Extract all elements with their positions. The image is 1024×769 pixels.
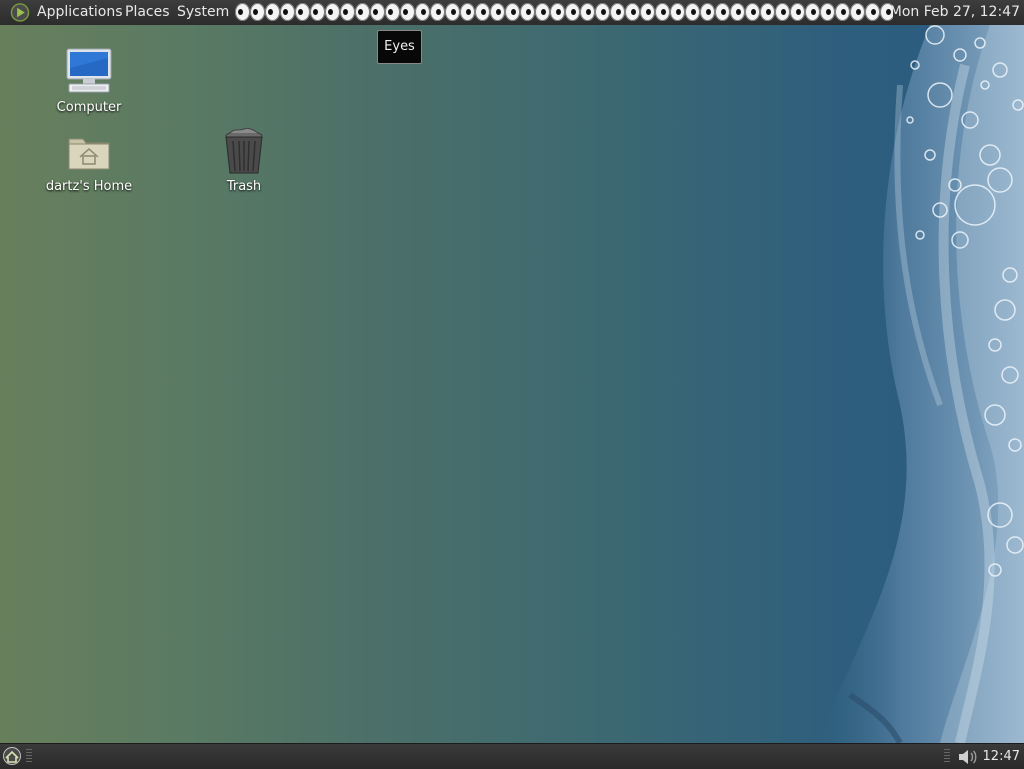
eyes-applet[interactable] [235,3,893,22]
eye-icon [385,3,400,21]
places-menu[interactable]: Places [125,4,170,21]
eye-icon [775,3,790,21]
computer-icon [66,48,112,93]
eye-icon [235,3,250,21]
eye-icon [760,3,775,21]
eye-icon [520,3,535,21]
desktop[interactable]: Computer dartz's Home Trash [0,25,1024,743]
eye-icon [430,3,445,21]
top-panel: Applications Places System Mon Feb 27, 1… [0,0,1024,26]
clock-applet[interactable]: Mon Feb 27, 12:47 [890,4,1020,21]
eye-icon [475,3,490,21]
eye-icon [325,3,340,21]
eye-icon [460,3,475,21]
eye-icon [745,3,760,21]
eye-icon [580,3,595,21]
desktop-icon-label: Computer [56,100,122,115]
eye-icon [655,3,670,21]
desktop-icon-label: Trash [226,179,262,194]
eye-icon [595,3,610,21]
desktop-icon-computer[interactable]: Computer [39,46,139,115]
eye-icon [250,3,265,21]
eye-icon [790,3,805,21]
eye-icon [445,3,460,21]
eye-icon [355,3,370,21]
eye-icon [505,3,520,21]
desktop-icon-label: dartz's Home [45,179,133,194]
desktop-icon-trash[interactable]: Trash [194,127,294,194]
desktop-icon-home[interactable]: dartz's Home [39,129,139,194]
eye-icon [730,3,745,21]
eye-icon [550,3,565,21]
show-desktop-icon[interactable] [2,746,22,766]
eye-icon [700,3,715,21]
wallpaper-waves [820,25,1024,743]
eye-icon [640,3,655,21]
panel-drag-handle[interactable] [26,749,32,764]
eye-icon [310,3,325,21]
system-menu[interactable]: System [177,4,229,21]
eye-icon [490,3,505,21]
applications-menu[interactable]: Applications [37,4,123,21]
eyes-tooltip: Eyes [377,30,422,64]
eye-icon [265,3,280,21]
eye-icon [370,3,385,21]
eye-icon [715,3,730,21]
eye-icon [535,3,550,21]
eye-icon [415,3,430,21]
eye-icon [565,3,580,21]
eye-icon [340,3,355,21]
eye-icon [295,3,310,21]
panel-drag-handle[interactable] [944,749,950,764]
bottom-clock[interactable]: 12:47 [983,748,1020,765]
trash-icon [225,127,263,174]
eye-icon [400,3,415,21]
eye-icon [820,3,835,21]
home-folder-icon [68,138,110,170]
mate-logo-icon[interactable] [10,3,30,22]
eye-icon [670,3,685,21]
eye-icon [835,3,850,21]
eye-icon [280,3,295,21]
eye-icon [610,3,625,21]
eye-icon [805,3,820,21]
volume-icon[interactable] [957,748,979,766]
bottom-panel: 12:47 [0,743,1024,769]
eye-icon [865,3,880,21]
eye-icon [685,3,700,21]
eye-icon [850,3,865,21]
eye-icon [625,3,640,21]
